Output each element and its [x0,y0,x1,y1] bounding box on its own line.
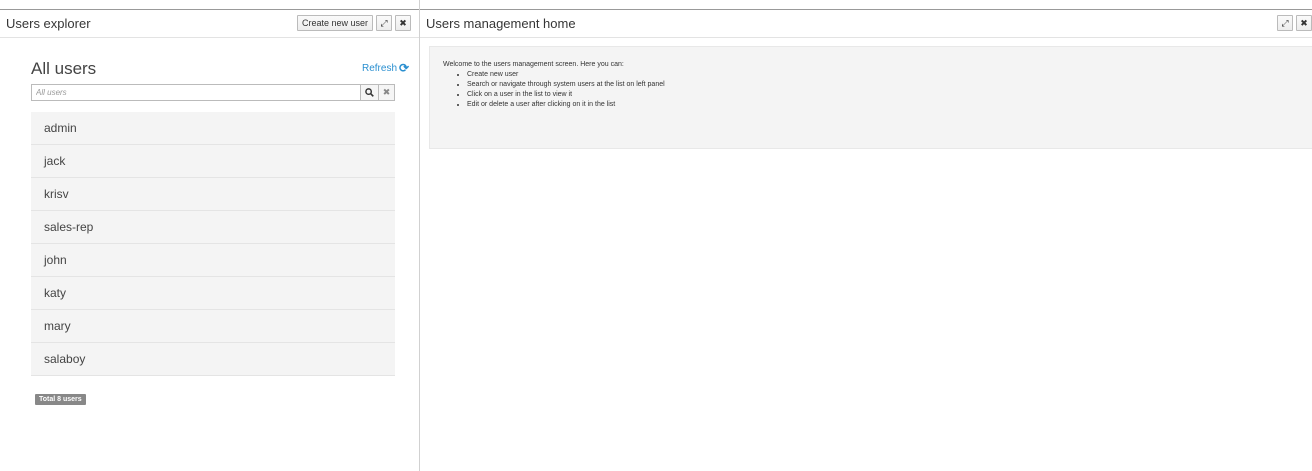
users-management-header: Users management home ⤢ ✖ [420,9,1312,38]
list-item: Search or navigate through system users … [467,80,1305,90]
maximize-icon[interactable]: ⤢ [376,15,392,31]
list-item[interactable]: admin [31,112,395,145]
users-explorer-header: Users explorer Create new user ⤢ ✖ [0,9,419,38]
search-icon[interactable] [361,84,379,101]
refresh-link[interactable]: Refresh ⟳ [362,61,409,75]
welcome-box: Welcome to the users management screen. … [429,46,1312,149]
close-icon[interactable]: ✖ [1296,15,1312,31]
list-item: Create new user [467,70,1305,80]
maximize-icon[interactable]: ⤢ [1277,15,1293,31]
welcome-intro: Welcome to the users management screen. … [443,61,624,68]
panel-title: Users management home [426,16,576,31]
panel-title: Users explorer [6,16,91,31]
user-list: admin jack krisv sales-rep john katy mar… [31,112,395,376]
clear-icon[interactable]: ✖ [379,84,395,101]
create-new-user-button[interactable]: Create new user [296,15,373,31]
list-item: Edit or delete a user after clicking on … [467,100,1305,110]
users-explorer-panel: Users explorer Create new user ⤢ ✖ All u… [0,0,420,471]
page-title: All users [31,59,97,78]
close-icon[interactable]: ✖ [395,15,411,31]
list-item[interactable]: sales-rep [31,211,395,244]
refresh-icon: ⟳ [399,61,410,75]
list-item[interactable]: jack [31,145,395,178]
users-management-panel: Users management home ⤢ ✖ Welcome to the… [420,0,1312,471]
list-item[interactable]: katy [31,277,395,310]
header-actions: ⤢ ✖ [1277,15,1312,31]
search-bar: ✖ [31,84,395,101]
list-item: Click on a user in the list to view it [467,90,1305,100]
list-item[interactable]: salaboy [31,343,395,376]
refresh-label: Refresh [362,62,398,74]
search-input[interactable] [31,84,361,101]
list-item[interactable]: john [31,244,395,277]
header-actions: Create new user ⤢ ✖ [296,15,411,31]
list-item[interactable]: mary [31,310,395,343]
welcome-list: Create new user Search or navigate throu… [443,70,1305,110]
list-item[interactable]: krisv [31,178,395,211]
total-users-badge: Total 8 users [35,394,86,405]
